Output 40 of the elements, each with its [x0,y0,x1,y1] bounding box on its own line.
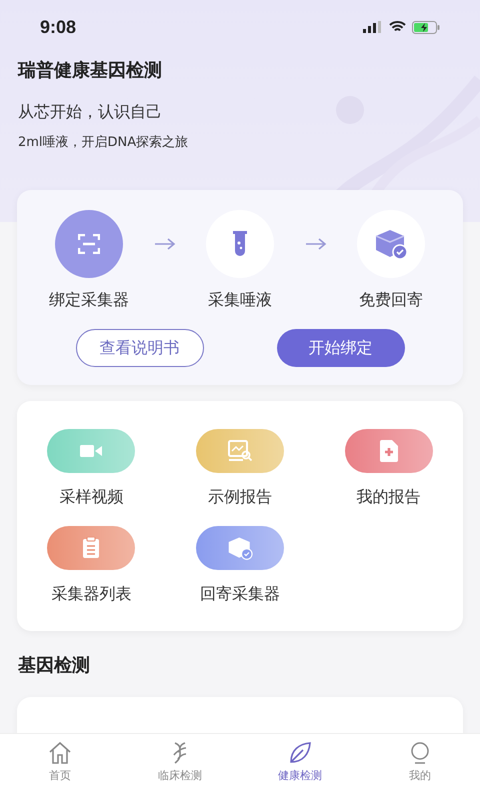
step-label: 采集唾液 [208,290,272,311]
shortcut-button[interactable] [196,429,284,473]
chart-report-icon [228,440,252,462]
manual-button[interactable]: 查看说明书 [76,329,204,367]
tab[interactable]: 健康检测 [240,734,360,800]
status-time: 9:08 [40,16,76,38]
app-title: 瑞普健康基因检测 [18,59,163,82]
wifi-icon [389,21,406,33]
slogan: 从芯开始，认识自己 [18,102,163,123]
shortcut-label: 我的报告 [356,487,421,508]
box-check-icon [226,536,253,560]
test-tube-icon [232,231,248,257]
tab[interactable]: 我的 [360,734,480,800]
battery-icon [412,20,440,34]
step-label: 免费回寄 [359,290,423,311]
bind-button[interactable]: 开始绑定 [276,329,404,367]
box-check-icon [374,228,408,260]
bulb-icon [411,742,429,764]
arrow-icon [154,238,176,250]
signal-icon [363,21,383,33]
clipboard-icon [82,537,100,559]
step-label: 绑定采集器 [49,290,129,311]
tab[interactable]: 临床检测 [120,734,240,800]
shortcut-button[interactable] [344,429,433,473]
home-icon [48,742,72,764]
arrow-icon [304,238,326,250]
section-title: 基因检测 [18,654,91,677]
shortcut-button[interactable] [47,526,136,570]
shortcut-label: 回寄采集器 [200,584,280,605]
subtitle: 2ml唾液，开启DNA探索之旅 [18,134,190,151]
shortcut-label: 采集器列表 [51,584,132,605]
shortcut-label: 采样视频 [59,487,124,508]
scan-icon [78,234,100,254]
shortcut-label: 示例报告 [208,487,272,508]
shortcut-button[interactable] [47,429,136,473]
leaf-icon [289,742,311,764]
shortcut-button[interactable] [196,526,284,570]
tab[interactable]: 首页 [0,734,120,800]
video-camera-icon [80,444,102,458]
medical-file-icon [378,439,399,463]
